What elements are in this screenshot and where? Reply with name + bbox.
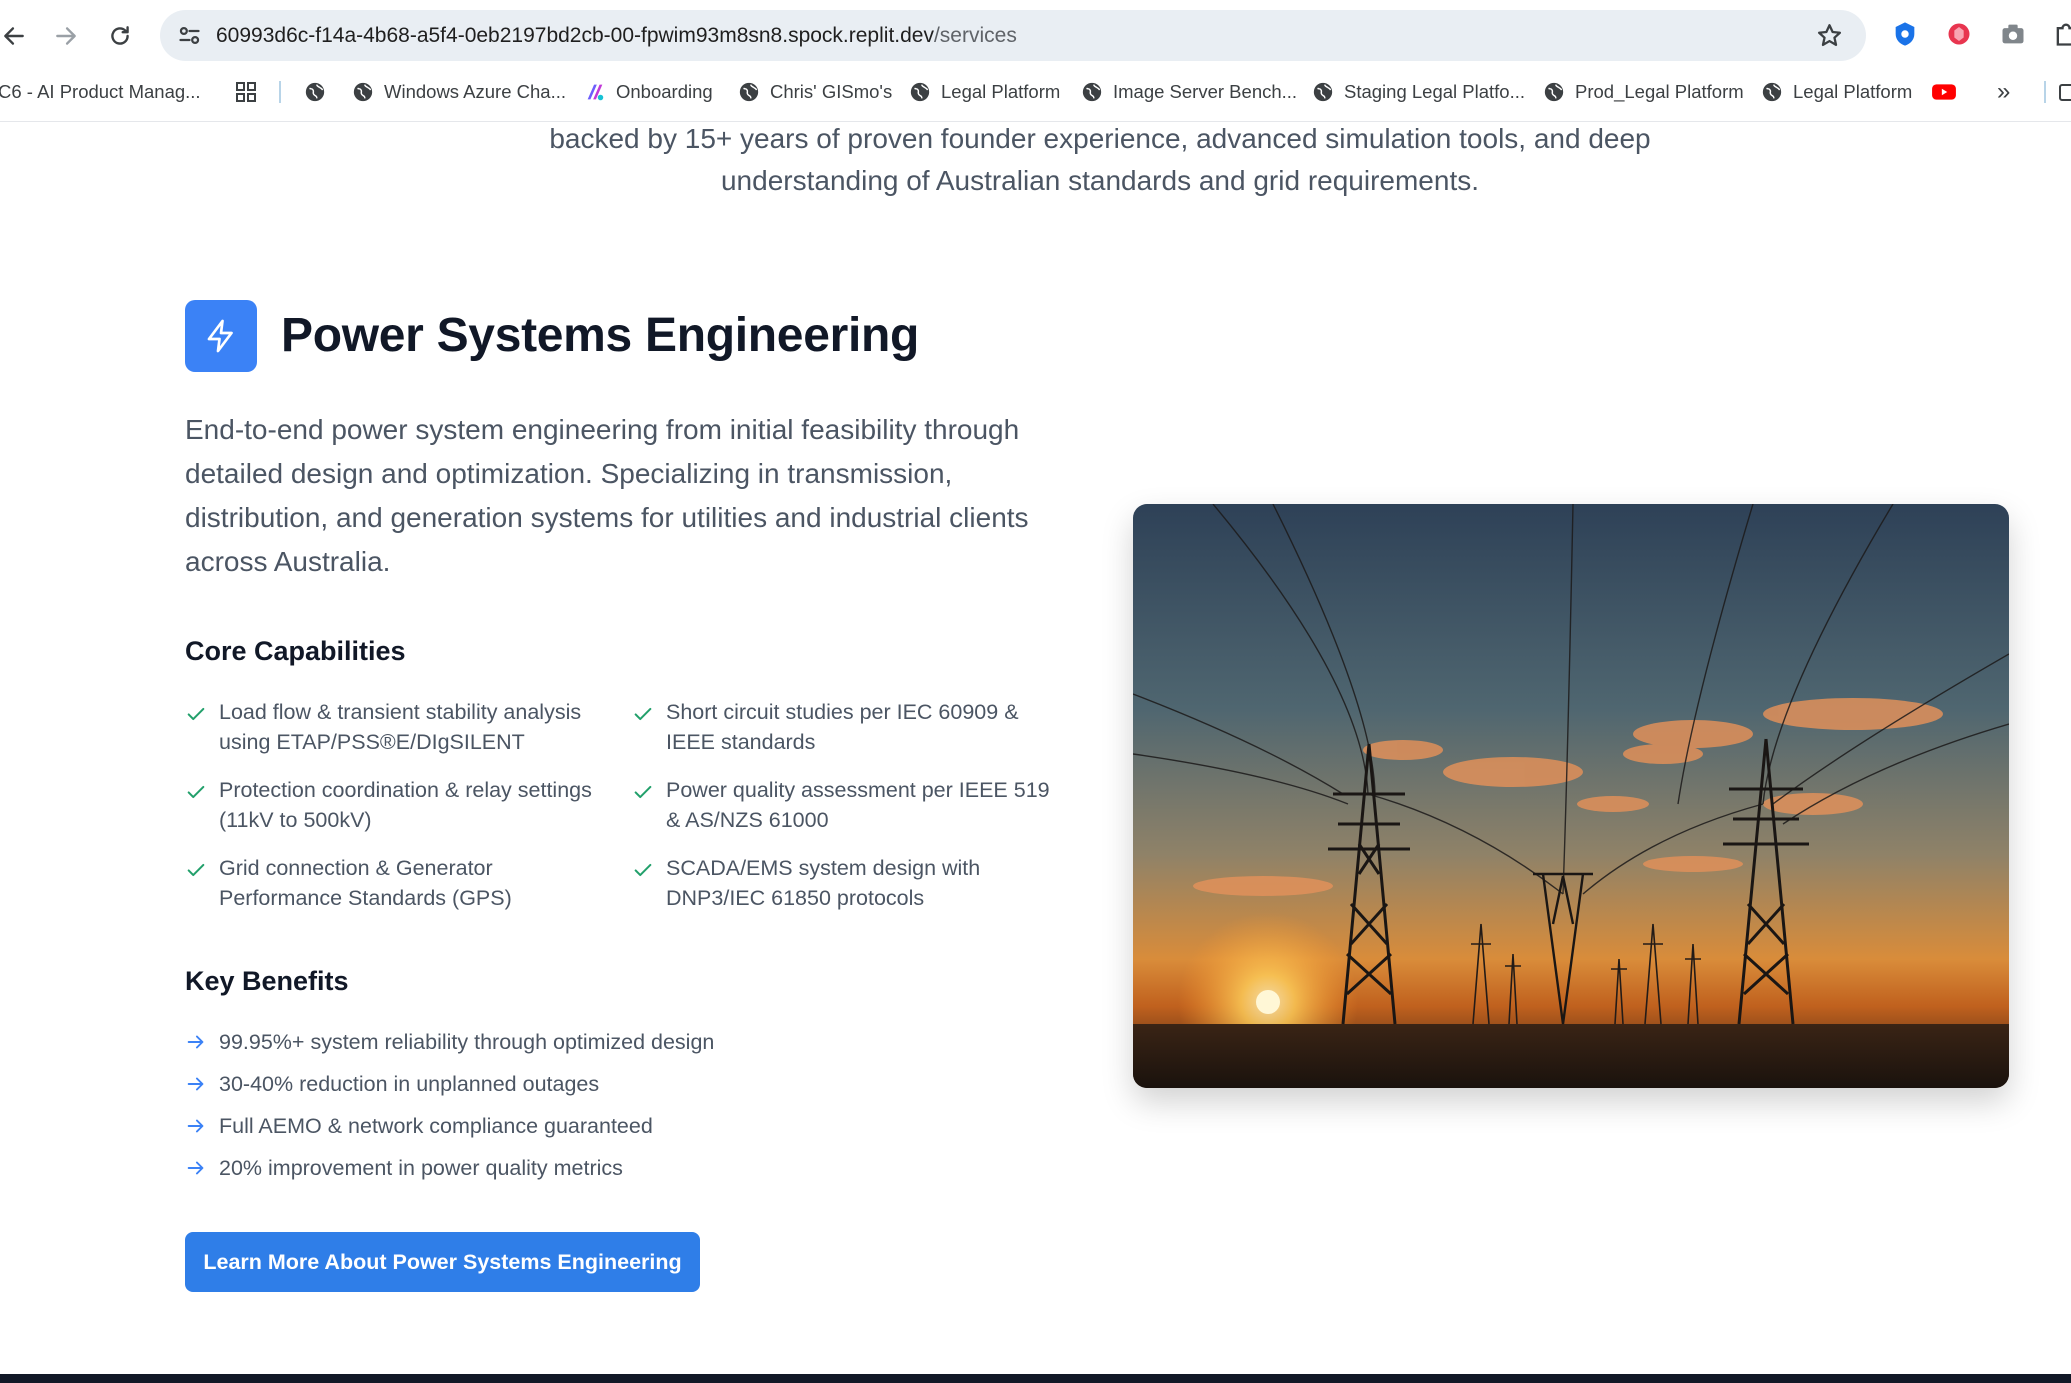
capability-item: Protection coordination & relay settings…: [185, 775, 615, 835]
extension-record-icon[interactable]: [1943, 18, 1975, 50]
site-settings-icon[interactable]: [176, 22, 203, 49]
bookmark-item[interactable]: Onboarding: [584, 72, 713, 112]
address-bar[interactable]: 60993d6c-f14a-4b68-a5f4-0eb2197bd2cb-00-…: [160, 10, 1866, 61]
check-icon: [187, 707, 205, 721]
extension-camera-icon[interactable]: [1997, 18, 2029, 50]
capability-text: Load flow & transient stability analysis…: [219, 700, 582, 754]
transmission-towers-illustration: [1133, 504, 2009, 1088]
bookmark-label: Chris' GISmo's: [770, 81, 893, 102]
capability-text: Power quality assessment per IEEE 519 & …: [666, 778, 1050, 832]
arrow-right-icon: [187, 1161, 204, 1175]
check-icon: [634, 707, 652, 721]
benefits-heading: Key Benefits: [185, 966, 349, 996]
benefit-item: 30-40% reduction in unplanned outages: [185, 1069, 599, 1099]
intro-text: backed by 15+ years of proven founder ex…: [420, 118, 1780, 202]
benefit-item: Full AEMO & network compliance guarantee…: [185, 1111, 653, 1141]
arrow-left-icon: [4, 27, 24, 45]
bookmark-label: C6 - AI Product Manag...: [0, 81, 201, 102]
bookmark-label: Legal Platform: [941, 81, 1061, 102]
capability-item: Short circuit studies per IEC 60909 & IE…: [632, 697, 1062, 757]
bookmark-label: Legal Platform: [1793, 81, 1913, 102]
check-icon: [634, 863, 652, 877]
check-icon: [187, 785, 205, 799]
bookmark-item[interactable]: Legal Platform: [909, 72, 1060, 112]
benefit-item: 20% improvement in power quality metrics: [185, 1153, 623, 1183]
capability-text: Grid connection & Generator Performance …: [219, 856, 512, 910]
capability-text: Protection coordination & relay settings…: [219, 778, 592, 832]
all-bookmarks-button[interactable]: [2058, 72, 2071, 112]
service-description: End-to-end power system engineering from…: [185, 414, 1029, 577]
url-host: 60993d6c-f14a-4b68-a5f4-0eb2197bd2cb-00-…: [216, 24, 934, 47]
arrow-right-icon: [187, 1035, 204, 1049]
benefit-text: 30-40% reduction in unplanned outages: [219, 1072, 600, 1096]
globe-icon: [1762, 82, 1782, 102]
bookmark-star-icon[interactable]: [1815, 21, 1844, 50]
bookmark-item[interactable]: [304, 72, 326, 112]
arrow-right-icon: [56, 27, 76, 45]
capability-item: Power quality assessment per IEEE 519 & …: [632, 775, 1062, 835]
bookmark-label: Prod_Legal Platform: [1575, 81, 1744, 102]
overflow-chevron-icon: »: [1997, 78, 2011, 105]
globe-icon: [353, 82, 373, 102]
bookmark-label: Windows Azure Cha...: [384, 81, 566, 102]
bookmark-label: Onboarding: [616, 81, 713, 102]
bookmark-separator: [2044, 81, 2046, 103]
capability-text: SCADA/EMS system design with DNP3/IEC 61…: [666, 856, 981, 910]
onboarding-logo-icon: [587, 84, 604, 101]
back-button[interactable]: [0, 16, 34, 56]
capability-text: Short circuit studies per IEC 60909 & IE…: [666, 700, 1019, 754]
apps-grid-button[interactable]: [234, 72, 258, 112]
bookmark-item[interactable]: C6 - AI Product Manag...: [0, 72, 201, 112]
intro-line: backed by 15+ years of proven founder ex…: [549, 123, 1651, 154]
benefit-text: Full AEMO & network compliance guarantee…: [219, 1114, 653, 1138]
forward-button[interactable]: [46, 16, 86, 56]
folder-icon: [2059, 84, 2071, 101]
capability-item: SCADA/EMS system design with DNP3/IEC 61…: [632, 853, 1062, 913]
globe-icon: [305, 82, 325, 102]
globe-icon: [1313, 82, 1333, 102]
service-title: Power Systems Engineering: [281, 309, 920, 362]
arrow-right-icon: [187, 1077, 204, 1091]
capabilities-heading: Core Capabilities: [185, 636, 406, 666]
bookmark-separator: [279, 81, 281, 103]
globe-icon: [739, 82, 759, 102]
url-text[interactable]: 60993d6c-f14a-4b68-a5f4-0eb2197bd2cb-00-…: [216, 10, 1017, 61]
reload-icon: [111, 26, 129, 45]
bookmark-item[interactable]: Legal Platform: [1761, 72, 1912, 112]
globe-icon: [910, 82, 930, 102]
globe-icon: [1082, 82, 1102, 102]
bookmark-label: Staging Legal Platfo...: [1344, 81, 1526, 102]
bookmark-item[interactable]: Prod_Legal Platform: [1543, 72, 1744, 112]
extension-shield-icon[interactable]: [1889, 18, 1921, 50]
check-icon: [634, 785, 652, 799]
globe-icon: [1544, 82, 1564, 102]
learn-more-button[interactable]: Learn More About Power Systems Engineeri…: [185, 1232, 700, 1292]
bookmarks-bar: C6 - AI Product Manag... Windows Azure C…: [0, 72, 2071, 112]
bookmark-item[interactable]: Staging Legal Platfo...: [1312, 72, 1525, 112]
extensions-puzzle-icon[interactable]: [2050, 18, 2071, 50]
bookmark-label: Image Server Bench...: [1113, 81, 1298, 102]
power-lines-sunset-image: [1133, 504, 2009, 1088]
benefit-text: 20% improvement in power quality metrics: [219, 1156, 623, 1180]
benefit-text: 99.95%+ system reliability through optim…: [219, 1030, 715, 1054]
check-icon: [187, 863, 205, 877]
bookmarks-overflow-button[interactable]: »: [1997, 72, 2010, 112]
bookmark-item[interactable]: Chris' GISmo's: [738, 72, 892, 112]
youtube-icon: [1932, 84, 1956, 100]
lightning-bolt-icon: [207, 319, 233, 353]
bookmark-item[interactable]: [1931, 72, 1957, 112]
arrow-right-icon: [187, 1119, 204, 1133]
browser-chrome: 60993d6c-f14a-4b68-a5f4-0eb2197bd2cb-00-…: [0, 0, 2071, 122]
bookmark-item[interactable]: Windows Azure Cha...: [352, 72, 566, 112]
benefit-item: 99.95%+ system reliability through optim…: [185, 1027, 714, 1057]
footer-edge: [0, 1374, 2071, 1383]
service-icon-badge: [185, 300, 257, 372]
reload-button[interactable]: [100, 16, 140, 56]
url-path: /services: [933, 24, 1017, 47]
capability-item: Grid connection & Generator Performance …: [185, 853, 615, 913]
bookmark-item[interactable]: Image Server Bench...: [1081, 72, 1297, 112]
intro-line: understanding of Australian standards an…: [720, 165, 1480, 196]
capability-item: Load flow & transient stability analysis…: [185, 697, 615, 757]
apps-grid-icon: [236, 82, 256, 102]
